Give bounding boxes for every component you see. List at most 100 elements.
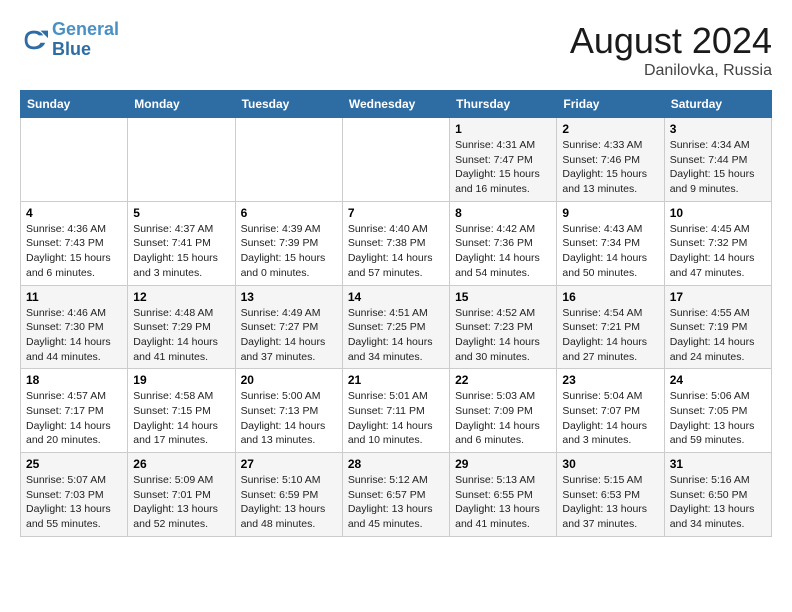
calendar-cell: 1Sunrise: 4:31 AM Sunset: 7:47 PM Daylig…: [450, 118, 557, 202]
day-number: 29: [455, 457, 551, 471]
day-number: 12: [133, 290, 229, 304]
title-block: August 2024 Danilovka, Russia: [570, 20, 772, 80]
day-info: Sunrise: 4:40 AM Sunset: 7:38 PM Dayligh…: [348, 222, 444, 281]
day-number: 28: [348, 457, 444, 471]
day-info: Sunrise: 4:46 AM Sunset: 7:30 PM Dayligh…: [26, 306, 122, 365]
day-info: Sunrise: 4:39 AM Sunset: 7:39 PM Dayligh…: [241, 222, 337, 281]
day-number: 5: [133, 206, 229, 220]
calendar-cell: 4 Sunrise: 4:36 AM Sunset: 7:43 PM Daylig…: [21, 201, 128, 285]
day-number: 21: [348, 373, 444, 387]
day-info: Sunrise: 5:00 AM Sunset: 7:13 PM Dayligh…: [241, 389, 337, 448]
day-number: 13: [241, 290, 337, 304]
day-info: Sunrise: 4:48 AM Sunset: 7:29 PM Dayligh…: [133, 306, 229, 365]
calendar-cell: [342, 118, 449, 202]
day-number: 4: [26, 206, 122, 220]
location: Danilovka, Russia: [570, 62, 772, 80]
day-info: Sunrise: 5:01 AM Sunset: 7:11 PM Dayligh…: [348, 389, 444, 448]
column-header-wednesday: Wednesday: [342, 91, 449, 118]
calendar-cell: 29Sunrise: 5:13 AM Sunset: 6:55 PM Dayli…: [450, 453, 557, 537]
calendar-cell: 8 Sunrise: 4:42 AM Sunset: 7:36 PM Daylig…: [450, 201, 557, 285]
day-number: 1: [455, 122, 551, 136]
day-number: 19: [133, 373, 229, 387]
day-number: 3: [670, 122, 766, 136]
calendar-cell: 16Sunrise: 4:54 AM Sunset: 7:21 PM Dayli…: [557, 285, 664, 369]
calendar-cell: 21 Sunrise: 5:01 AM Sunset: 7:11 PM Dayli…: [342, 369, 449, 453]
calendar-cell: 23 Sunrise: 5:04 AM Sunset: 7:07 PM Dayli…: [557, 369, 664, 453]
calendar-cell: 13Sunrise: 4:49 AM Sunset: 7:27 PM Dayli…: [235, 285, 342, 369]
calendar-cell: 7 Sunrise: 4:40 AM Sunset: 7:38 PM Daylig…: [342, 201, 449, 285]
day-info: Sunrise: 4:52 AM Sunset: 7:23 PM Dayligh…: [455, 306, 551, 365]
day-info: Sunrise: 4:43 AM Sunset: 7:34 PM Dayligh…: [562, 222, 658, 281]
calendar-cell: 20 Sunrise: 5:00 AM Sunset: 7:13 PM Dayli…: [235, 369, 342, 453]
day-info: Sunrise: 5:06 AM Sunset: 7:05 PM Dayligh…: [670, 389, 766, 448]
calendar-cell: 9 Sunrise: 4:43 AM Sunset: 7:34 PM Daylig…: [557, 201, 664, 285]
day-info: Sunrise: 4:36 AM Sunset: 7:43 PM Dayligh…: [26, 222, 122, 281]
calendar-week-row: 25Sunrise: 5:07 AM Sunset: 7:03 PM Dayli…: [21, 453, 772, 537]
calendar-cell: 3 Sunrise: 4:34 AM Sunset: 7:44 PM Daylig…: [664, 118, 771, 202]
calendar-header-row: SundayMondayTuesdayWednesdayThursdayFrid…: [21, 91, 772, 118]
calendar-cell: 15 Sunrise: 4:52 AM Sunset: 7:23 PM Dayli…: [450, 285, 557, 369]
calendar-week-row: 11 Sunrise: 4:46 AM Sunset: 7:30 PM Dayli…: [21, 285, 772, 369]
day-number: 15: [455, 290, 551, 304]
calendar-cell: 24 Sunrise: 5:06 AM Sunset: 7:05 PM Dayli…: [664, 369, 771, 453]
calendar-cell: 18 Sunrise: 4:57 AM Sunset: 7:17 PM Dayli…: [21, 369, 128, 453]
column-header-monday: Monday: [128, 91, 235, 118]
day-info: Sunrise: 4:42 AM Sunset: 7:36 PM Dayligh…: [455, 222, 551, 281]
day-info: Sunrise: 4:58 AM Sunset: 7:15 PM Dayligh…: [133, 389, 229, 448]
calendar-cell: 10 Sunrise: 4:45 AM Sunset: 7:32 PM Dayli…: [664, 201, 771, 285]
day-number: 8: [455, 206, 551, 220]
calendar-cell: [128, 118, 235, 202]
day-number: 27: [241, 457, 337, 471]
calendar-cell: 22Sunrise: 5:03 AM Sunset: 7:09 PM Dayli…: [450, 369, 557, 453]
day-number: 2: [562, 122, 658, 136]
calendar-cell: 28 Sunrise: 5:12 AM Sunset: 6:57 PM Dayli…: [342, 453, 449, 537]
calendar-cell: 11 Sunrise: 4:46 AM Sunset: 7:30 PM Dayli…: [21, 285, 128, 369]
day-number: 9: [562, 206, 658, 220]
day-number: 31: [670, 457, 766, 471]
day-info: Sunrise: 4:33 AM Sunset: 7:46 PM Dayligh…: [562, 138, 658, 197]
calendar-cell: 19 Sunrise: 4:58 AM Sunset: 7:15 PM Dayli…: [128, 369, 235, 453]
day-number: 7: [348, 206, 444, 220]
day-info: Sunrise: 4:34 AM Sunset: 7:44 PM Dayligh…: [670, 138, 766, 197]
calendar-cell: 17 Sunrise: 4:55 AM Sunset: 7:19 PM Dayli…: [664, 285, 771, 369]
day-number: 26: [133, 457, 229, 471]
calendar-week-row: 4 Sunrise: 4:36 AM Sunset: 7:43 PM Daylig…: [21, 201, 772, 285]
column-header-friday: Friday: [557, 91, 664, 118]
day-info: Sunrise: 4:51 AM Sunset: 7:25 PM Dayligh…: [348, 306, 444, 365]
day-info: Sunrise: 5:15 AM Sunset: 6:53 PM Dayligh…: [562, 473, 658, 532]
day-info: Sunrise: 4:45 AM Sunset: 7:32 PM Dayligh…: [670, 222, 766, 281]
day-info: Sunrise: 5:09 AM Sunset: 7:01 PM Dayligh…: [133, 473, 229, 532]
day-number: 10: [670, 206, 766, 220]
calendar-cell: 6Sunrise: 4:39 AM Sunset: 7:39 PM Daylig…: [235, 201, 342, 285]
day-info: Sunrise: 5:04 AM Sunset: 7:07 PM Dayligh…: [562, 389, 658, 448]
column-header-thursday: Thursday: [450, 91, 557, 118]
month-year: August 2024: [570, 20, 772, 62]
page-header: General Blue August 2024 Danilovka, Russ…: [20, 20, 772, 80]
logo-text: General Blue: [52, 20, 119, 60]
calendar-cell: 2 Sunrise: 4:33 AM Sunset: 7:46 PM Daylig…: [557, 118, 664, 202]
day-number: 20: [241, 373, 337, 387]
calendar-cell: [21, 118, 128, 202]
day-info: Sunrise: 4:37 AM Sunset: 7:41 PM Dayligh…: [133, 222, 229, 281]
calendar-cell: [235, 118, 342, 202]
day-number: 16: [562, 290, 658, 304]
day-number: 17: [670, 290, 766, 304]
calendar-week-row: 1Sunrise: 4:31 AM Sunset: 7:47 PM Daylig…: [21, 118, 772, 202]
day-number: 18: [26, 373, 122, 387]
day-info: Sunrise: 4:57 AM Sunset: 7:17 PM Dayligh…: [26, 389, 122, 448]
calendar-cell: 14Sunrise: 4:51 AM Sunset: 7:25 PM Dayli…: [342, 285, 449, 369]
calendar-cell: 12 Sunrise: 4:48 AM Sunset: 7:29 PM Dayli…: [128, 285, 235, 369]
calendar-cell: 26 Sunrise: 5:09 AM Sunset: 7:01 PM Dayli…: [128, 453, 235, 537]
logo-icon: [20, 26, 48, 54]
day-info: Sunrise: 4:55 AM Sunset: 7:19 PM Dayligh…: [670, 306, 766, 365]
day-info: Sunrise: 5:16 AM Sunset: 6:50 PM Dayligh…: [670, 473, 766, 532]
calendar-cell: 27Sunrise: 5:10 AM Sunset: 6:59 PM Dayli…: [235, 453, 342, 537]
calendar-cell: 31 Sunrise: 5:16 AM Sunset: 6:50 PM Dayli…: [664, 453, 771, 537]
calendar-cell: 25Sunrise: 5:07 AM Sunset: 7:03 PM Dayli…: [21, 453, 128, 537]
calendar-cell: 30 Sunrise: 5:15 AM Sunset: 6:53 PM Dayli…: [557, 453, 664, 537]
day-number: 24: [670, 373, 766, 387]
day-number: 30: [562, 457, 658, 471]
day-number: 11: [26, 290, 122, 304]
day-number: 23: [562, 373, 658, 387]
day-info: Sunrise: 5:12 AM Sunset: 6:57 PM Dayligh…: [348, 473, 444, 532]
